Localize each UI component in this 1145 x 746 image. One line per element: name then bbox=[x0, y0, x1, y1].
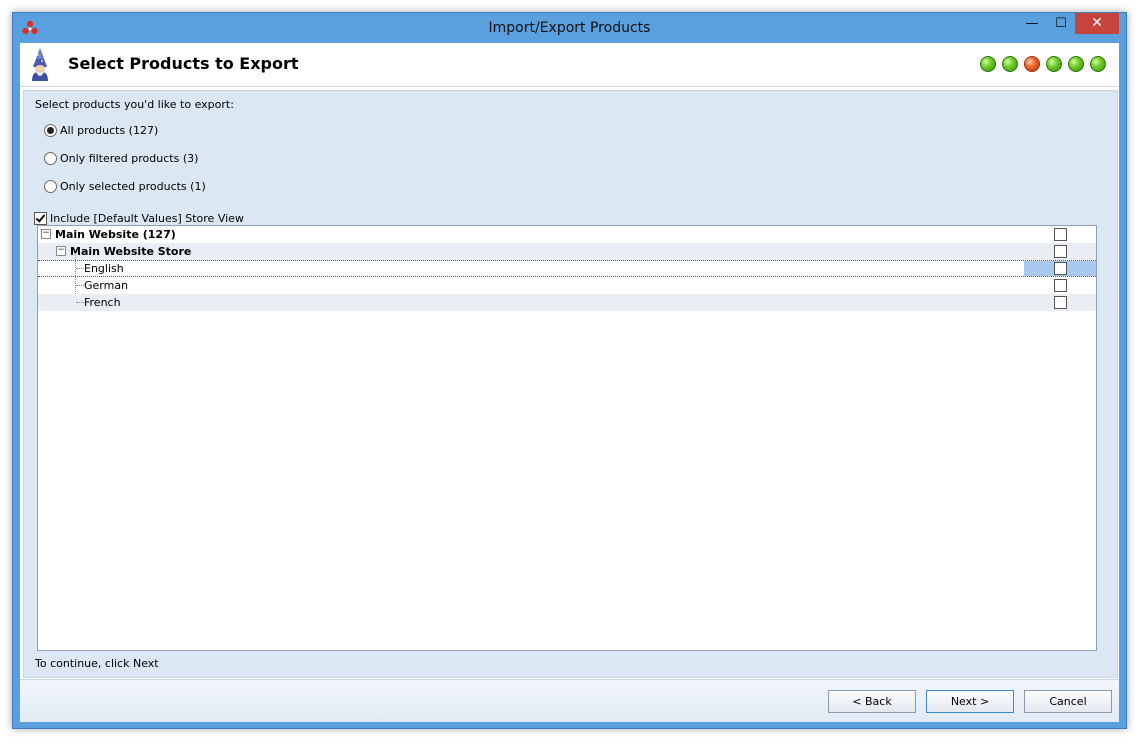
wizard-header: Select Products to Export bbox=[20, 43, 1119, 87]
radio-button-filtered[interactable] bbox=[44, 151, 57, 165]
title-bar[interactable]: Import/Export Products — ☐ ✕ bbox=[13, 13, 1126, 43]
step-indicator bbox=[1046, 56, 1062, 72]
collapse-icon[interactable]: − bbox=[56, 246, 66, 256]
tree-checkbox-store[interactable] bbox=[1054, 245, 1067, 258]
close-button[interactable]: ✕ bbox=[1075, 13, 1119, 34]
cancel-button[interactable]: Cancel bbox=[1024, 690, 1112, 713]
step-indicator bbox=[1090, 56, 1106, 72]
back-button[interactable]: < Back bbox=[828, 690, 916, 713]
radio-selected-products[interactable]: Only selected products (1) bbox=[44, 178, 206, 194]
store-tree[interactable]: − Main Website (127) − Main Website Stor… bbox=[37, 225, 1097, 651]
step-progress bbox=[974, 56, 1106, 72]
radio-button-selected[interactable] bbox=[44, 179, 57, 193]
window-title: Import/Export Products bbox=[488, 20, 651, 36]
radio-all-products[interactable]: All products (127) bbox=[44, 122, 158, 138]
tree-row-store[interactable]: − Main Website Store bbox=[38, 243, 1096, 260]
wizard-icon bbox=[32, 48, 48, 81]
collapse-icon[interactable]: − bbox=[41, 229, 51, 239]
include-default-checkbox-row[interactable]: Include [Default Values] Store View bbox=[34, 210, 244, 226]
step-indicator bbox=[1002, 56, 1018, 72]
tree-label-view: German bbox=[84, 279, 129, 292]
tree-checkbox-view[interactable] bbox=[1054, 296, 1067, 309]
tree-label-view: French bbox=[84, 296, 121, 309]
options-panel: Select products you'd like to export: Al… bbox=[23, 90, 1118, 678]
radio-filtered-label: Only filtered products (3) bbox=[60, 151, 199, 165]
radio-filtered-products[interactable]: Only filtered products (3) bbox=[44, 150, 198, 166]
tree-label-store: Main Website Store bbox=[70, 245, 192, 258]
include-default-checkbox[interactable] bbox=[34, 211, 47, 225]
tree-row-french[interactable]: French bbox=[38, 294, 1096, 311]
tree-checkbox-view[interactable] bbox=[1054, 262, 1067, 275]
export-prompt: Select products you'd like to export: bbox=[35, 98, 234, 111]
tree-row-english[interactable]: English bbox=[38, 260, 1096, 277]
minimize-button[interactable]: — bbox=[1018, 13, 1046, 34]
page-title: Select Products to Export bbox=[68, 54, 299, 73]
button-bar: < Back Next > Cancel bbox=[20, 679, 1119, 722]
next-button[interactable]: Next > bbox=[926, 690, 1014, 713]
radio-selected-label: Only selected products (1) bbox=[60, 179, 206, 193]
tree-label-view: English bbox=[84, 262, 124, 275]
tree-row-website[interactable]: − Main Website (127) bbox=[38, 226, 1096, 243]
radio-button-all[interactable] bbox=[44, 123, 57, 137]
radio-all-label: All products (127) bbox=[60, 123, 159, 137]
wizard-client: Select Products to Export Select product… bbox=[20, 43, 1119, 722]
include-default-label: Include [Default Values] Store View bbox=[50, 211, 244, 225]
tree-connector bbox=[76, 285, 84, 286]
tree-checkbox-website[interactable] bbox=[1054, 228, 1067, 241]
tree-connector bbox=[76, 302, 84, 303]
continue-hint: To continue, click Next bbox=[35, 657, 159, 670]
tree-row-german[interactable]: German bbox=[38, 277, 1096, 294]
export-window: Import/Export Products — ☐ ✕ Select Prod… bbox=[12, 12, 1127, 729]
maximize-button[interactable]: ☐ bbox=[1047, 13, 1075, 34]
step-indicator bbox=[980, 56, 996, 72]
tree-connector bbox=[76, 268, 84, 269]
step-indicator bbox=[1068, 56, 1084, 72]
tree-checkbox-view[interactable] bbox=[1054, 279, 1067, 292]
tree-label-website: Main Website (127) bbox=[55, 228, 176, 241]
step-indicator-current bbox=[1024, 56, 1040, 72]
